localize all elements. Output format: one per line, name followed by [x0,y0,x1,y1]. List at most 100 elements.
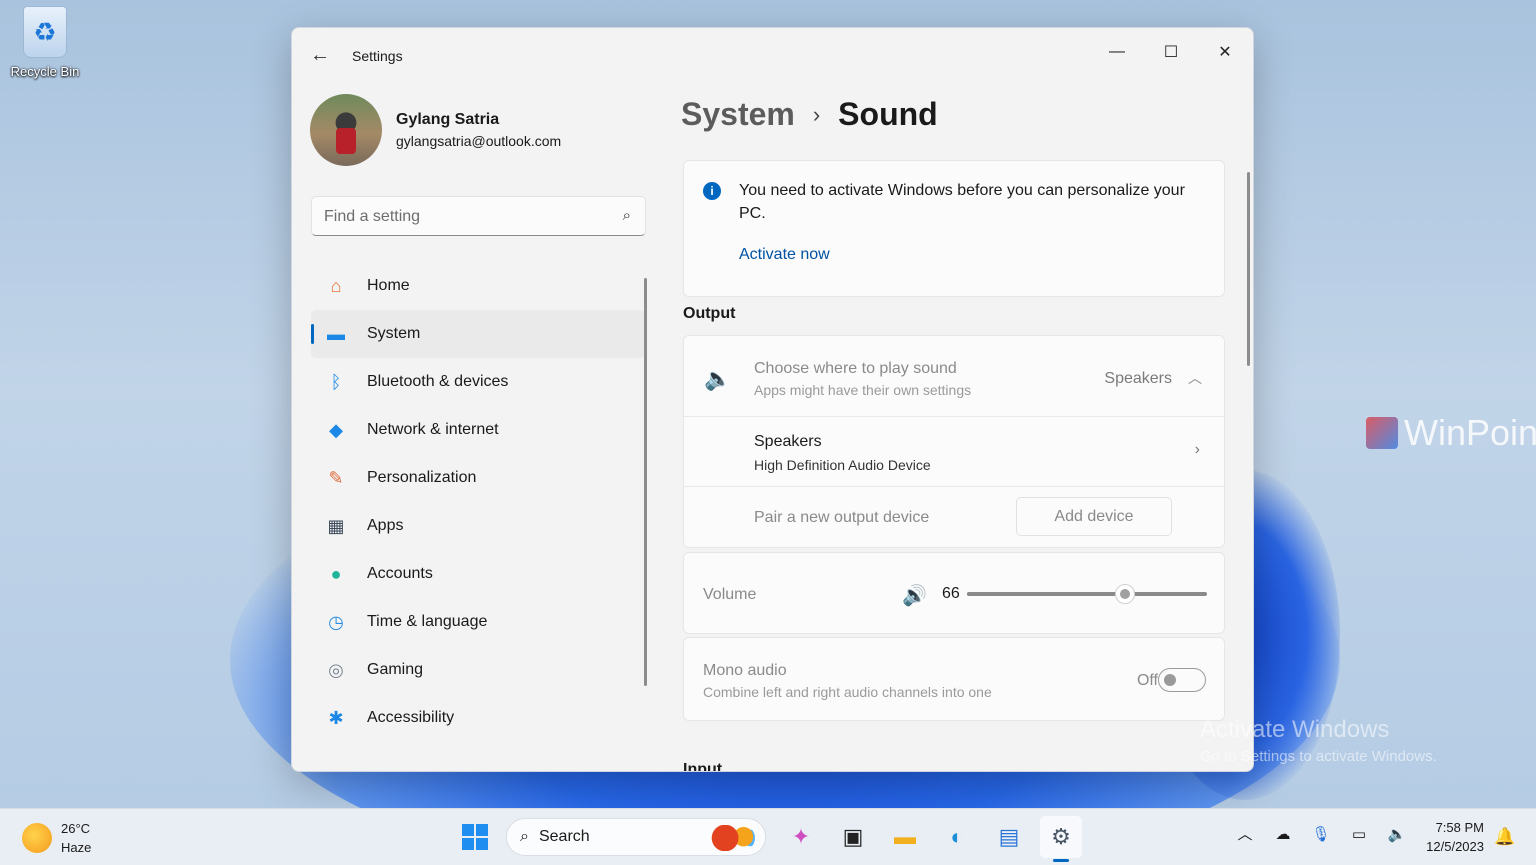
recycle-bin-shortcut[interactable]: ♻ Recycle Bin [6,6,84,79]
window-title: Settings [352,48,403,64]
volume-slider[interactable] [967,584,1207,604]
sidebar-item-system[interactable]: ▬ System [311,310,645,358]
person-icon: ● [330,563,342,584]
settings-gear-icon[interactable]: ⚙ [1040,816,1082,862]
sidebar-item-time-language[interactable]: ◷ Time & language [311,598,645,646]
network-icon[interactable]: ▭ [1346,825,1372,843]
mono-audio-title: Mono audio [703,662,787,679]
sidebar-item-label: Apps [367,517,404,534]
user-profile[interactable]: Gylang Satria gylangsatria@outlook.com [310,94,561,166]
globe-clock-icon: ◷ [328,611,344,632]
volume-card: Volume 🔊 66 [683,552,1225,634]
info-icon: i [703,182,721,200]
choose-output-subtitle: Apps might have their own settings [754,382,972,398]
pair-device-row: Pair a new output device Add device [684,487,1224,548]
weather-condition: Haze [61,840,92,855]
copilot-icon[interactable]: ✦ [780,816,822,858]
volume-slider-thumb[interactable] [1115,584,1136,604]
sidebar-item-accounts[interactable]: ● Accounts [311,550,645,598]
activation-message: You need to activate Windows before you … [739,182,1185,222]
activation-info-card: i You need to activate Windows before yo… [683,160,1225,297]
mono-audio-toggle[interactable] [1158,668,1206,692]
main-scrollbar[interactable] [1247,172,1250,366]
selected-output-value: Speakers [1104,370,1172,387]
speaker-icon[interactable]: 🔈 [1384,825,1410,843]
controller-icon: ◎ [328,659,344,680]
device-description: High Definition Audio Device [754,457,931,473]
find-setting-search[interactable]: Find a setting ⌕ [311,196,646,236]
taskbar: 26°C Haze ⌕ Search ✦ ▣ ▬ ◐ ▤ ⚙ ︿ ☁ 🎙 ▭ 🔈… [0,808,1536,865]
taskbar-search[interactable]: ⌕ Search [506,818,766,856]
windows-logo-icon [462,824,488,850]
sidebar-item-gaming[interactable]: ◎ Gaming [311,646,645,694]
weather-sun-icon [22,823,52,853]
choose-output-row[interactable]: 🔈 Choose where to play sound Apps might … [684,336,1224,417]
weather-widget[interactable]: 26°C Haze [22,819,91,857]
settings-window: ← Settings — ☐ ✕ Gylang Satria gylangsat… [291,27,1254,772]
chevron-up-icon[interactable]: ︿ [1188,368,1202,388]
recycle-bin-label: Recycle Bin [10,64,80,79]
avatar [310,94,382,166]
apps-icon: ▦ [327,515,345,536]
clock-date: 12/5/2023 [1426,839,1484,854]
sidebar-item-bluetooth[interactable]: ᛒ Bluetooth & devices [311,358,645,406]
sidebar-scrollbar[interactable] [644,278,647,686]
sidebar-item-label: Accessibility [367,709,455,726]
activate-now-link[interactable]: Activate now [739,246,830,264]
maximize-button[interactable]: ☐ [1148,36,1194,68]
sidebar-item-personalization[interactable]: ✎ Personalization [311,454,645,502]
sidebar-item-label: System [367,325,421,342]
pair-device-label: Pair a new output device [754,509,930,526]
search-highlight-icon [709,825,755,851]
onedrive-cloud-icon[interactable]: ☁ [1270,825,1296,843]
winpoin-logo-text: WinPoin [1404,412,1536,453]
bluetooth-icon: ᛒ [330,371,342,392]
sidebar-item-home[interactable]: ⌂ Home [311,262,645,310]
volume-icon[interactable]: 🔊 [902,583,927,608]
file-explorer-icon[interactable]: ▬ [884,816,926,858]
sidebar-item-label: Network & internet [367,421,499,438]
microphone-icon[interactable]: 🎙 [1308,825,1334,843]
breadcrumb: System › Sound [681,96,938,133]
chevron-right-icon: › [1194,441,1200,458]
weather-temperature: 26°C [61,821,91,836]
toggle-knob [1164,674,1176,686]
winpoin-logo-icon [1366,417,1398,449]
output-heading: Output [683,305,736,322]
sidebar-item-network[interactable]: ◆ Network & internet [311,406,645,454]
close-button[interactable]: ✕ [1202,36,1248,68]
output-card: 🔈 Choose where to play sound Apps might … [683,335,1225,548]
mono-audio-card: Mono audio Combine left and right audio … [683,637,1225,721]
mono-audio-subtitle: Combine left and right audio channels in… [703,684,992,700]
chevron-up-icon[interactable]: ︿ [1232,823,1258,844]
monitor-icon: ▬ [327,323,345,344]
taskbar-apps: ⌕ Search ✦ ▣ ▬ ◐ ▤ ⚙ [454,816,1092,862]
notification-bell-icon[interactable]: 🔔 [1494,827,1515,847]
sidebar-item-label: Home [367,277,410,294]
activate-subtitle: Go to Settings to activate Windows. [1200,748,1437,765]
sidebar-item-label: Bluetooth & devices [367,373,509,390]
search-icon[interactable]: ⌕ [623,207,631,224]
input-heading: Input [683,761,723,772]
clock[interactable]: 7:58 PM 12/5/2023 [1412,818,1484,856]
sidebar-nav: ⌂ Home ▬ System ᛒ Bluetooth & devices ◆ … [311,262,645,742]
breadcrumb-parent[interactable]: System [681,96,795,133]
start-button[interactable] [454,816,496,858]
store-icon[interactable]: ▤ [988,816,1030,858]
profile-name: Gylang Satria [396,111,500,128]
activate-title: Activate Windows [1200,716,1390,743]
speaker-icon: 🔈 [704,366,732,391]
minimize-button[interactable]: — [1094,36,1140,68]
sidebar-item-accessibility[interactable]: ✱ Accessibility [311,694,645,742]
sidebar-item-apps[interactable]: ▦ Apps [311,502,645,550]
speakers-device-row[interactable]: Speakers High Definition Audio Device › [684,417,1224,487]
edge-icon[interactable]: ◐ [936,816,978,858]
winpoin-watermark: WinPoin [1366,412,1536,454]
add-device-button[interactable]: Add device [1016,497,1172,536]
search-input[interactable]: Find a setting [324,208,420,226]
recycle-bin-icon: ♻ [23,6,67,58]
volume-slider-fill [967,592,1126,596]
back-arrow-icon[interactable]: ← [310,44,330,67]
breadcrumb-chevron-icon: › [812,101,821,127]
task-view-icon[interactable]: ▣ [832,816,874,858]
